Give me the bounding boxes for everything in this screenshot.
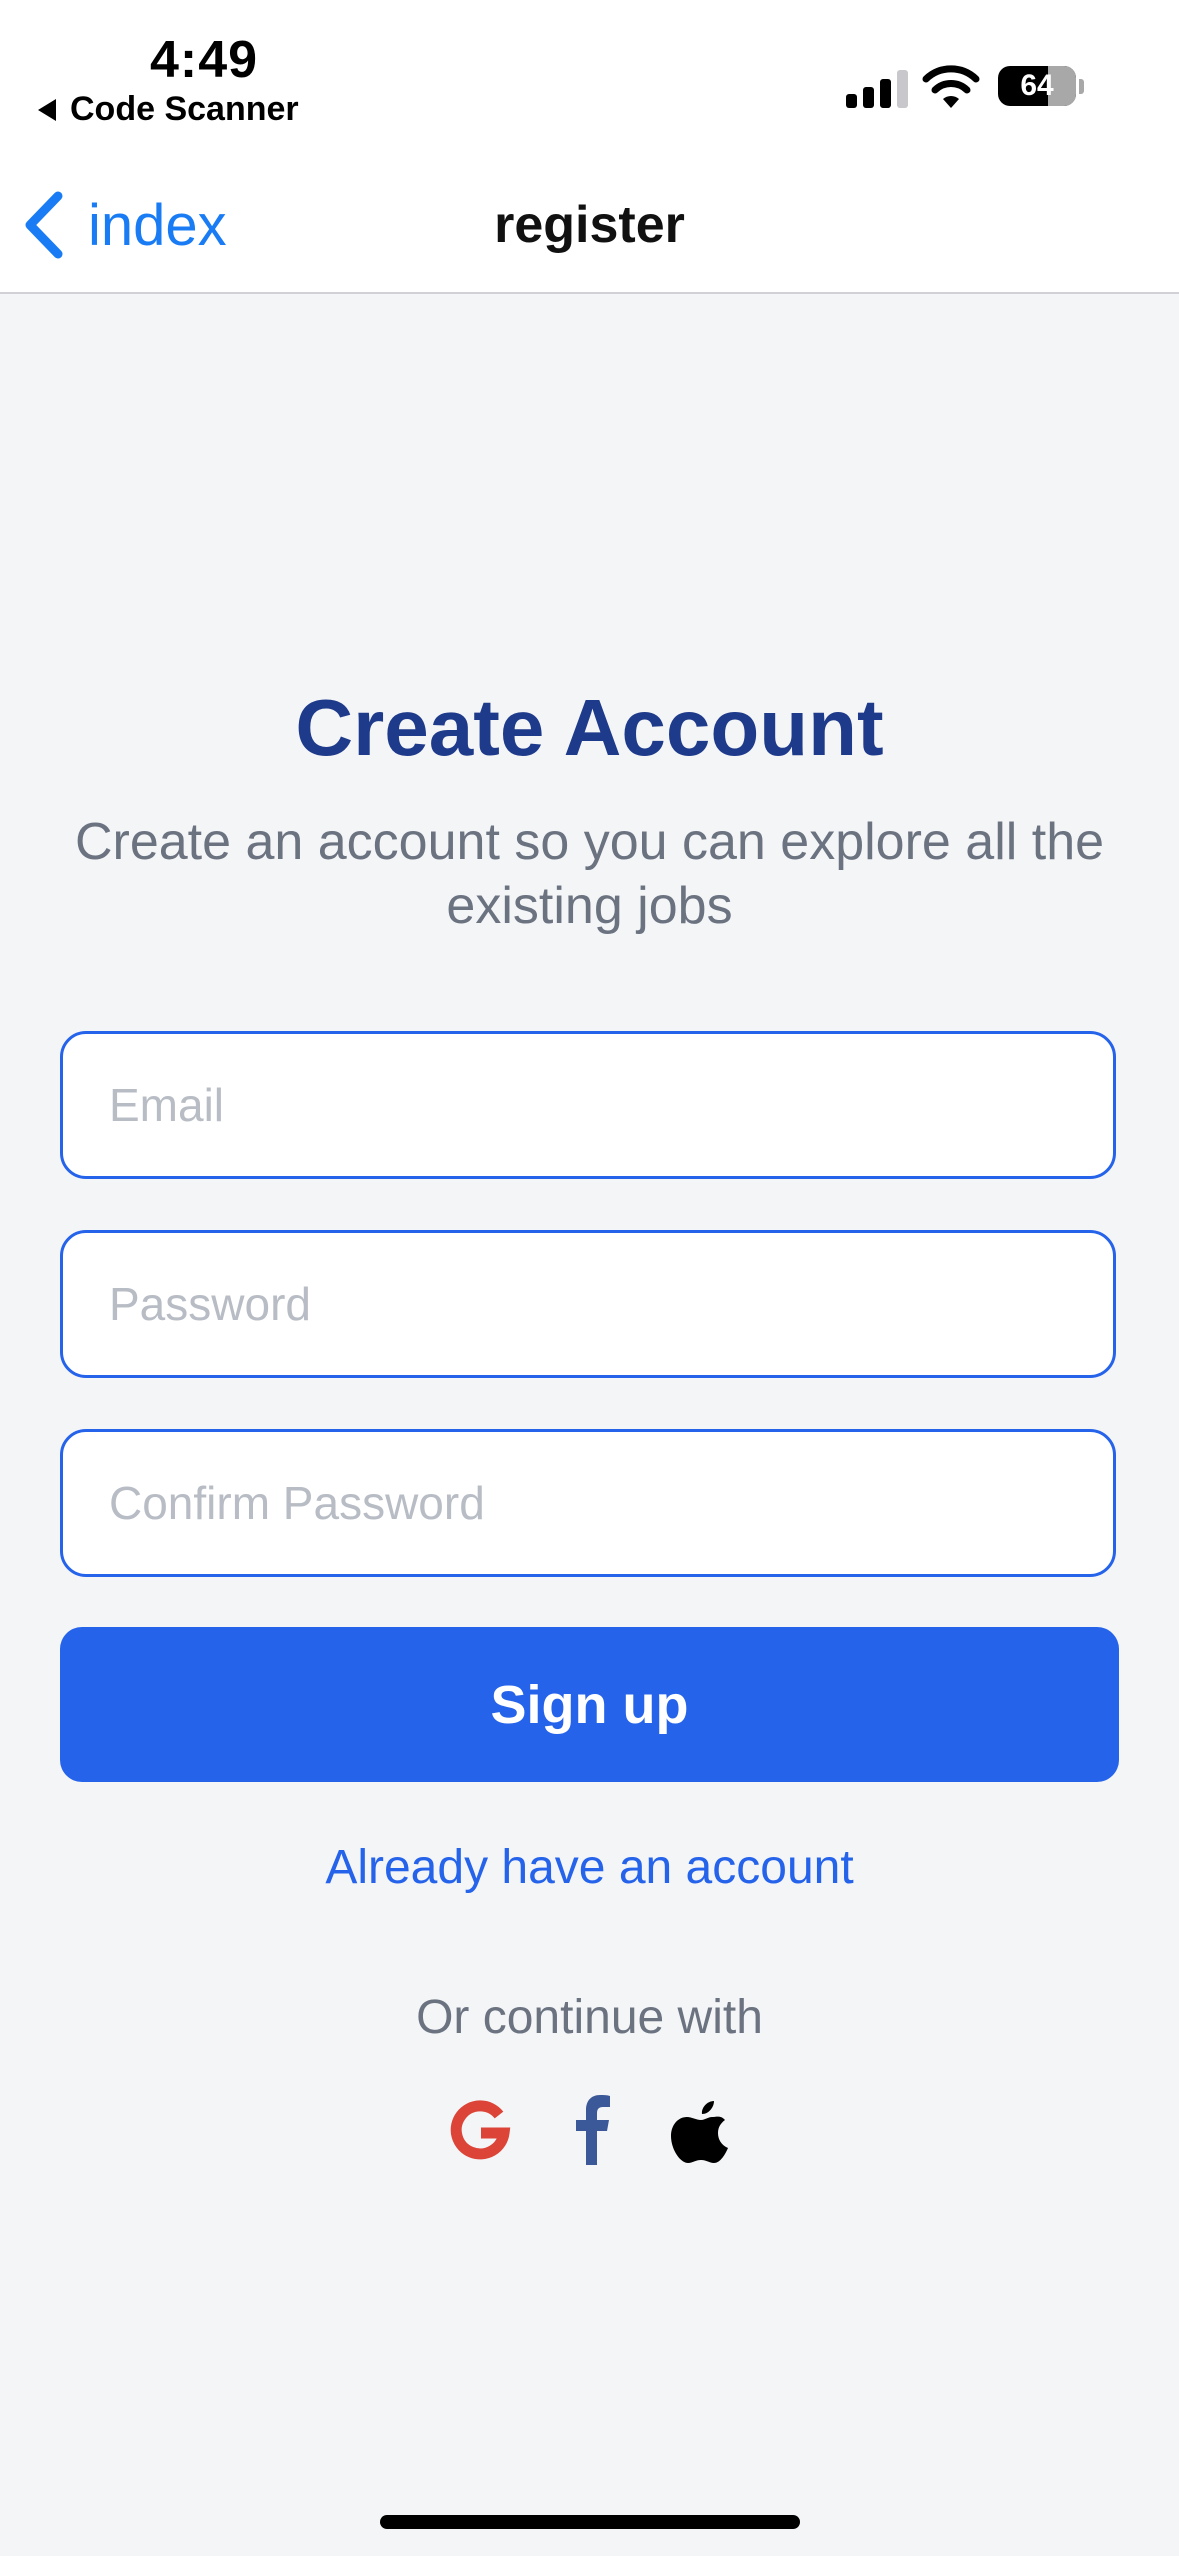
back-app-label: Code Scanner [70, 90, 299, 128]
back-to-app-link[interactable]: Code Scanner [38, 90, 299, 129]
status-time: 4:49 [150, 31, 259, 89]
battery-cap [1079, 79, 1084, 94]
back-triangle-icon [38, 98, 56, 121]
wifi-icon [922, 65, 980, 108]
confirm-password-field[interactable] [60, 1429, 1116, 1577]
cellular-signal-icon [846, 70, 908, 108]
google-icon[interactable] [443, 2093, 517, 2167]
battery-level: 64 [1020, 69, 1054, 102]
navigation-bar: index register [0, 165, 1179, 294]
nav-title: register [494, 196, 685, 254]
password-field[interactable] [60, 1230, 1116, 1378]
sign-up-button[interactable]: Sign up [60, 1627, 1119, 1782]
status-bar: 4:49 Code Scanner 64 [0, 0, 1179, 165]
home-indicator [380, 2515, 800, 2529]
page-subtitle: Create an account so you can explore all… [74, 813, 1105, 935]
battery-icon: 64 [998, 66, 1076, 106]
apple-icon[interactable] [664, 2093, 738, 2167]
page-title: Create Account [295, 683, 884, 772]
facebook-icon[interactable] [556, 2093, 630, 2167]
already-have-account-link[interactable]: Already have an account [0, 1840, 1179, 1895]
email-field[interactable] [60, 1031, 1116, 1179]
continue-with-label: Or continue with [416, 1991, 763, 2044]
